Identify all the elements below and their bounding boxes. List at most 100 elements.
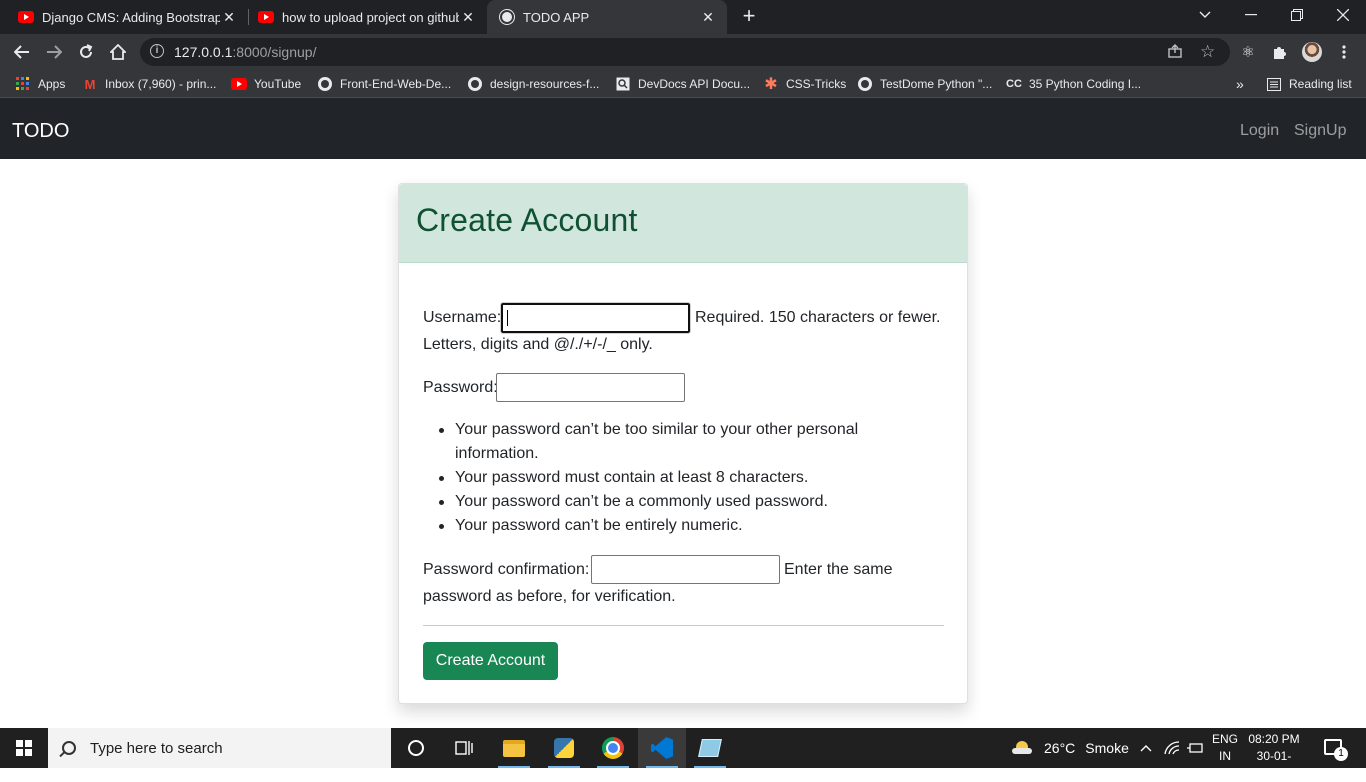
more-menu-icon[interactable] <box>1334 42 1354 62</box>
file-explorer-button[interactable] <box>490 728 538 768</box>
bookmark-testdome[interactable]: TestDome Python "... <box>857 76 992 92</box>
chrome-button[interactable] <box>589 728 637 768</box>
task-view-button[interactable] <box>440 728 488 768</box>
vscode-button[interactable] <box>638 728 686 768</box>
signup-card: Create Account Username: Required. 150 c… <box>398 183 968 704</box>
username-help: Required. 150 characters or fewer. <box>695 309 941 326</box>
python-icon <box>554 738 574 758</box>
vscode-icon <box>651 737 673 759</box>
reload-button[interactable] <box>74 40 98 64</box>
wifi-icon <box>1164 741 1180 755</box>
youtube-icon <box>18 9 34 25</box>
tab-title: how to upload project on github <box>282 9 459 25</box>
windows-taskbar: Type here to search 26°C Smoke ENG IN 08… <box>0 728 1366 780</box>
new-tab-button[interactable]: + <box>738 5 760 28</box>
bookmark-devdocs[interactable]: DevDocs API Docu... <box>615 76 750 92</box>
more-bookmarks-button[interactable]: » <box>1236 76 1244 92</box>
url-text[interactable]: 127.0.0.1:8000/signup/ <box>174 44 316 60</box>
tab-title: TODO APP <box>523 9 590 25</box>
site-navbar: TODO Login SignUp <box>0 98 1366 159</box>
reading-list-button[interactable]: Reading list <box>1266 76 1352 92</box>
text-caret <box>507 310 508 326</box>
navbar-brand[interactable]: TODO <box>12 120 69 143</box>
weather-icon <box>1012 741 1032 755</box>
reload-icon <box>80 44 93 58</box>
bookmark-label: YouTube <box>254 77 302 91</box>
language-region: IN <box>1219 749 1231 763</box>
password-input[interactable] <box>496 373 685 402</box>
address-bar[interactable]: i 127.0.0.1:8000/signup/ ☆ <box>140 38 1230 66</box>
clock-time: 08:20 PM <box>1248 732 1300 746</box>
reading-list-icon <box>1266 76 1282 92</box>
language-code: ENG <box>1212 732 1239 746</box>
bookmark-python-coding[interactable]: CC 35 Python Coding I... <box>1006 76 1141 92</box>
windows-logo-icon <box>16 740 32 756</box>
bookmark-label: CSS-Tricks <box>786 77 847 91</box>
reading-list-label: Reading list <box>1289 77 1352 91</box>
password-confirmation-input[interactable] <box>591 555 780 584</box>
username-input[interactable] <box>500 302 691 334</box>
chevron-up-icon <box>1140 745 1152 752</box>
cortana-button[interactable] <box>392 728 440 768</box>
chrome-icon <box>602 737 624 759</box>
notepad-icon <box>698 739 722 757</box>
tab-todo-app[interactable]: TODO APP ✕ <box>487 0 727 34</box>
weather-temperature: 26°C <box>1044 740 1076 756</box>
github-icon <box>857 76 873 92</box>
weather-condition: Smoke <box>1085 740 1129 756</box>
input-language-button[interactable]: ENG IN <box>1212 731 1238 765</box>
tab-github-upload[interactable]: how to upload project on github ✕ <box>240 0 487 34</box>
star-icon[interactable]: ☆ <box>1200 42 1215 62</box>
bookmark-label: TestDome Python "... <box>880 77 993 91</box>
info-icon[interactable]: i <box>150 44 164 58</box>
bookmark-css-tricks[interactable]: ✱ CSS-Tricks <box>763 76 847 93</box>
weather-widget[interactable]: 26°C Smoke <box>1012 728 1129 768</box>
battery-button[interactable] <box>1187 728 1203 768</box>
python-idle-button[interactable] <box>540 728 588 768</box>
react-devtools-icon[interactable]: ⚛ <box>1238 42 1258 62</box>
forward-button[interactable] <box>42 40 66 64</box>
bookmark-apps[interactable]: Apps <box>15 76 65 92</box>
nav-link-signup[interactable]: SignUp <box>1294 122 1346 140</box>
create-account-button[interactable]: Create Account <box>423 642 558 680</box>
bookmark-design-resources[interactable]: design-resources-f... <box>467 76 599 92</box>
password-confirmation-label: Password confirmation: <box>423 561 590 578</box>
extensions-icon[interactable] <box>1270 42 1290 62</box>
password-label: Password: <box>423 379 498 396</box>
minimize-button[interactable] <box>1228 0 1274 30</box>
bookmark-label: Front-End-Web-De... <box>340 77 452 91</box>
start-button[interactable] <box>0 728 48 768</box>
battery-plug-icon <box>1187 743 1203 753</box>
close-icon[interactable]: ✕ <box>699 9 717 26</box>
clock[interactable]: 08:20 PM 30-01-2022 <box>1248 731 1300 782</box>
arrow-right-icon <box>47 45 62 59</box>
gmail-icon: M <box>84 76 96 92</box>
network-button[interactable] <box>1164 728 1180 768</box>
clock-date: 30-01-2022 <box>1256 749 1292 780</box>
tab-django-cms[interactable]: Django CMS: Adding Bootstrap t ✕ <box>0 0 248 34</box>
share-icon[interactable] <box>1168 44 1182 61</box>
restore-button[interactable] <box>1274 0 1320 30</box>
taskbar-search[interactable]: Type here to search <box>48 728 391 768</box>
bookmark-youtube[interactable]: YouTube <box>231 76 301 92</box>
browser-toolbar: i 127.0.0.1:8000/signup/ ☆ ⚛ <box>0 34 1366 70</box>
search-icon <box>62 741 76 755</box>
close-icon <box>1337 9 1349 21</box>
show-hidden-icons-button[interactable] <box>1140 728 1152 768</box>
back-button[interactable] <box>10 40 34 64</box>
bookmark-front-end[interactable]: Front-End-Web-De... <box>317 76 451 92</box>
close-window-button[interactable] <box>1320 0 1366 30</box>
close-icon[interactable]: ✕ <box>220 9 238 26</box>
home-button[interactable] <box>106 40 130 64</box>
bookmark-label: Inbox (7,960) - prin... <box>105 77 217 91</box>
home-icon <box>110 44 126 60</box>
notepad-button[interactable] <box>686 728 734 768</box>
close-icon[interactable]: ✕ <box>459 9 477 26</box>
notification-center-button[interactable]: 1 <box>1324 739 1348 761</box>
bookmark-inbox[interactable]: M Inbox (7,960) - prin... <box>82 76 217 92</box>
search-placeholder: Type here to search <box>90 739 223 757</box>
tab-search-button[interactable] <box>1182 0 1228 30</box>
password-confirmation-help-continued: password as before, for verification. <box>423 588 676 605</box>
profile-avatar[interactable] <box>1302 42 1322 62</box>
nav-link-login[interactable]: Login <box>1240 122 1279 140</box>
